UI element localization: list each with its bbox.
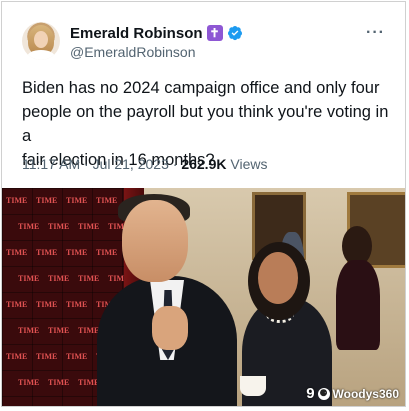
background-person [336, 226, 380, 376]
time-logo: TIME [96, 196, 118, 205]
author-names: Emerald Robinson ✝ @EmeraldRobinson [70, 23, 243, 60]
time-logo: TIME [66, 300, 88, 309]
avatar-face [34, 31, 48, 48]
time-logo: TIME [78, 274, 100, 283]
time-logo: TIME [36, 300, 58, 309]
time-logo: TIME [6, 300, 28, 309]
time-logo: TIME [96, 248, 118, 257]
display-name-row: Emerald Robinson ✝ [70, 23, 243, 43]
tweet-photo[interactable]: TIME TIME TIME TIME TIME TIME TIME TIME TIME TIME… [2, 188, 405, 406]
meta-separator: · [84, 156, 89, 172]
watermark-name: Woodys360 [332, 386, 399, 401]
man-hand [152, 306, 188, 350]
time-logo: TIME [66, 352, 88, 361]
time-logo: TIME [36, 248, 58, 257]
avatar-shoulder [27, 50, 55, 60]
tweet-time[interactable]: 11:17 AM [22, 156, 80, 172]
time-logo: TIME [6, 196, 28, 205]
tweet-date[interactable]: Jul 21, 2023 [93, 156, 169, 172]
pearl-necklace [266, 306, 294, 323]
time-logo: TIME [48, 274, 70, 283]
time-logo: TIME [18, 222, 40, 231]
display-name[interactable]: Emerald Robinson [70, 25, 203, 42]
tweet-meta: 11:17 AM · Jul 21, 2023 · 262.9K Views [22, 156, 267, 172]
verified-badge-icon [227, 26, 242, 41]
background-person-dress [336, 260, 380, 350]
time-logo: TIME [66, 196, 88, 205]
time-logo: TIME [18, 274, 40, 283]
watermark-badge-icon: ⚈ [317, 387, 330, 400]
tweet-card[interactable]: Emerald Robinson ✝ @EmeraldRobinson ··· … [1, 1, 406, 407]
time-logo: TIME [78, 326, 100, 335]
meta-separator: · [172, 156, 178, 172]
tweet-header: Emerald Robinson ✝ @EmeraldRobinson ··· [22, 22, 391, 62]
time-logo: TIME [48, 326, 70, 335]
time-logo: TIME [18, 326, 40, 335]
watermark-prefix: 9 [306, 385, 315, 402]
time-logo: TIME [48, 222, 70, 231]
ellipsis-icon[interactable]: ··· [366, 24, 385, 42]
time-logo: TIME [6, 352, 28, 361]
time-logo: TIME [66, 248, 88, 257]
watermark: 9 ⚈ Woodys360 [306, 385, 399, 402]
views-count[interactable]: 262.9K [181, 156, 226, 172]
coffee-cup [240, 376, 266, 396]
avatar[interactable] [22, 22, 60, 60]
time-logo: TIME [48, 378, 70, 387]
woman-face [258, 252, 298, 304]
author-handle[interactable]: @EmeraldRobinson [70, 44, 243, 60]
time-logo: TIME [18, 378, 40, 387]
time-logo: TIME [78, 222, 100, 231]
time-logo: TIME [6, 248, 28, 257]
time-logo: TIME [36, 352, 58, 361]
cross-badge-icon: ✝ [206, 25, 223, 41]
man-head [122, 200, 188, 282]
time-logo: TIME [36, 196, 58, 205]
views-label: Views [230, 156, 268, 172]
